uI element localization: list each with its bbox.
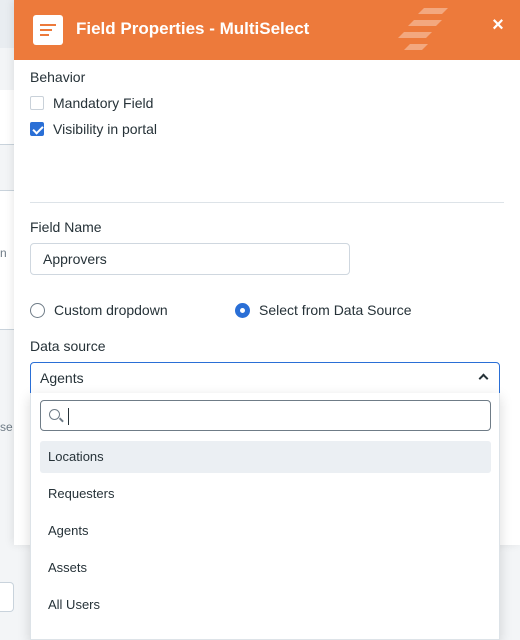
background-text-2: se [0, 420, 13, 434]
field-name-label: Field Name [30, 219, 102, 235]
option-agents[interactable]: Agents [40, 515, 491, 547]
option-requesters[interactable]: Requesters [40, 478, 491, 510]
option-all-users[interactable]: All Users [40, 589, 491, 621]
visibility-portal-label: Visibility in portal [53, 121, 158, 137]
visibility-portal-checkbox[interactable] [30, 122, 44, 136]
data-source-dropdown: Locations Requesters Agents Assets All U… [30, 393, 500, 640]
field-name-input[interactable]: Approvers [30, 243, 350, 275]
background-select [0, 582, 14, 612]
custom-dropdown-label: Custom dropdown [54, 302, 168, 318]
background-panel-2 [0, 190, 14, 330]
option-locations[interactable]: Locations [40, 441, 491, 473]
dropdown-search-box[interactable] [40, 400, 491, 431]
custom-dropdown-option[interactable]: Custom dropdown [30, 301, 168, 319]
chevron-up-icon[interactable] [478, 373, 489, 384]
form-field-icon [33, 15, 63, 45]
dropdown-search-input[interactable] [67, 406, 467, 426]
mandatory-field-checkbox[interactable] [30, 96, 44, 110]
brand-decoration-icon [398, 8, 448, 50]
data-source-select[interactable]: Agents [30, 362, 500, 394]
section-divider [30, 202, 504, 203]
visibility-portal-checkbox-row[interactable]: Visibility in portal [30, 120, 157, 138]
data-source-selected-value: Agents [40, 370, 84, 386]
close-button[interactable]: × [488, 14, 508, 36]
custom-dropdown-radio[interactable] [30, 302, 45, 318]
modal-title: Field Properties - MultiSelect [76, 19, 310, 38]
text-cursor [68, 408, 69, 425]
data-source-option[interactable]: Select from Data Source [235, 301, 412, 319]
background-text: n [0, 246, 7, 260]
data-source-label: Data source [30, 338, 106, 354]
mandatory-field-label: Mandatory Field [53, 95, 154, 111]
behavior-label: Behavior [30, 69, 86, 85]
mandatory-field-checkbox-row[interactable]: Mandatory Field [30, 94, 153, 112]
modal-header: Field Properties - MultiSelect × [14, 0, 520, 60]
data-source-option-label: Select from Data Source [259, 302, 412, 318]
background-panel [0, 90, 14, 145]
option-assets[interactable]: Assets [40, 552, 491, 584]
data-source-radio[interactable] [235, 302, 250, 318]
search-icon [49, 409, 60, 420]
